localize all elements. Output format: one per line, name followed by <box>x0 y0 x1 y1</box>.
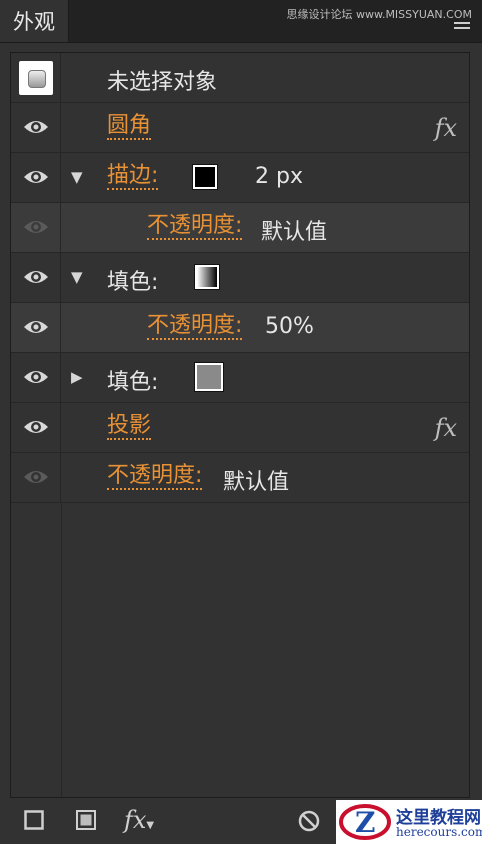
fill-gradient-swatch[interactable] <box>194 264 220 290</box>
opacity-link[interactable]: 不透明度: <box>147 314 243 340</box>
eye-icon[interactable] <box>23 118 49 136</box>
stroke-link[interactable]: 描边: <box>107 164 159 190</box>
logo-url: herecours.com <box>396 825 482 839</box>
object-label: 未选择对象 <box>107 70 218 95</box>
opacity-link[interactable]: 不透明度: <box>147 214 243 240</box>
site-logo: Z 这里教程网 herecours.com <box>336 800 482 844</box>
fill-label: 填色: <box>107 370 159 395</box>
panel-header: 外观 思缘设计论坛 www.MISSYUAN.COM <box>0 0 482 43</box>
opacity-link[interactable]: 不透明度: <box>107 464 203 490</box>
stroke-swatch[interactable] <box>192 164 218 190</box>
opacity-value: 默认值 <box>261 220 328 245</box>
row-object: 未选择对象 <box>11 53 469 103</box>
eye-icon-dim[interactable] <box>23 468 49 486</box>
add-effect-fx-icon[interactable]: fx▼ <box>124 806 154 834</box>
fx-icon[interactable]: fx <box>435 414 457 442</box>
eye-icon[interactable] <box>23 368 49 386</box>
row-object-opacity[interactable]: 不透明度: 默认值 <box>11 453 469 503</box>
row-stroke-opacity[interactable]: 不透明度: 默认值 <box>11 203 469 253</box>
logo-mark-icon: Z <box>339 804 391 840</box>
eye-icon-dim[interactable] <box>23 218 49 236</box>
row-drop-shadow[interactable]: 投影 fx <box>11 403 469 453</box>
fx-icon[interactable]: fx <box>435 114 457 142</box>
eye-icon[interactable] <box>23 318 49 336</box>
fill-gray-swatch[interactable] <box>194 362 224 392</box>
row-stroke[interactable]: ▼ 描边: 2 px <box>11 153 469 203</box>
object-thumbnail <box>19 61 53 95</box>
thumbnail-cell <box>11 53 61 102</box>
add-stroke-icon[interactable] <box>24 810 44 830</box>
round-corners-link[interactable]: 圆角 <box>107 114 152 140</box>
expand-triangle-closed-icon[interactable]: ▶ <box>71 368 83 386</box>
clear-appearance-icon[interactable] <box>298 810 320 832</box>
row-round-corners[interactable]: 圆角 fx <box>11 103 469 153</box>
eye-icon[interactable] <box>23 268 49 286</box>
expand-triangle-open-icon[interactable]: ▼ <box>71 168 83 186</box>
row-fill-gradient[interactable]: ▼ 填色: <box>11 253 469 303</box>
stroke-weight[interactable]: 2 px <box>255 164 303 189</box>
panel-menu-icon[interactable] <box>454 22 470 32</box>
eye-icon[interactable] <box>23 418 49 436</box>
expand-triangle-open-icon[interactable]: ▼ <box>71 268 83 286</box>
eye-icon[interactable] <box>23 168 49 186</box>
row-fill-gray[interactable]: ▶ 填色: <box>11 353 469 403</box>
drop-shadow-link[interactable]: 投影 <box>107 414 152 440</box>
row-fill-opacity[interactable]: 不透明度: 50% <box>11 303 469 353</box>
tab-appearance[interactable]: 外观 <box>0 0 69 42</box>
opacity-value: 默认值 <box>223 470 290 495</box>
opacity-value: 50% <box>265 314 314 339</box>
appearance-panel: 未选择对象 圆角 fx ▼ 描边: 2 px 不透明度: 默认值 ▼ 填色: 不… <box>10 52 470 798</box>
svg-text:Z: Z <box>355 806 375 839</box>
rows-divider <box>61 503 62 797</box>
fill-label: 填色: <box>107 270 159 295</box>
watermark-text: 思缘设计论坛 www.MISSYUAN.COM <box>286 8 472 21</box>
add-fill-icon[interactable] <box>76 810 96 830</box>
